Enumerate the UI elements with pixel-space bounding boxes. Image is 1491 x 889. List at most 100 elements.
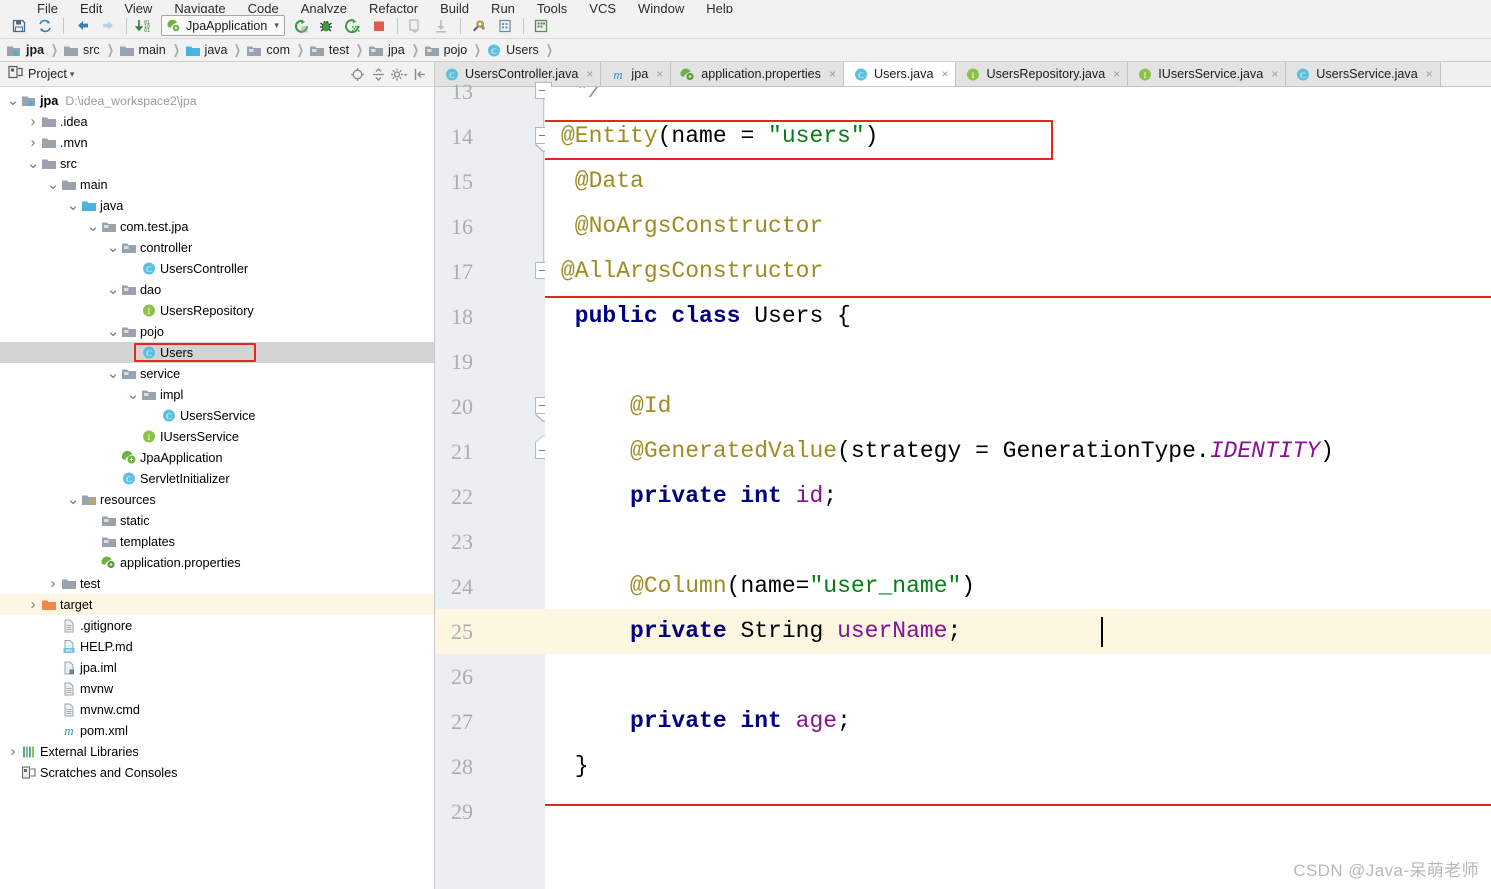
tree-node[interactable]: ⌄jpaD:\idea_workspace2\jpa — [0, 90, 434, 111]
tree-node[interactable]: jpa.iml — [0, 657, 434, 678]
tree-node[interactable]: ›.mvn — [0, 132, 434, 153]
save-all-icon[interactable] — [7, 15, 31, 37]
tree-node[interactable]: mvnw.cmd — [0, 699, 434, 720]
menu-item-build[interactable]: Build — [429, 2, 480, 13]
menu-item-tools[interactable]: Tools — [526, 2, 578, 13]
update-project-icon[interactable] — [530, 15, 554, 37]
tree-node[interactable]: .gitignore — [0, 615, 434, 636]
tree-node[interactable]: JpaApplication — [0, 447, 434, 468]
chevron-right-icon[interactable]: › — [26, 134, 40, 151]
breadcrumb-item-jpa[interactable]: jpa — [366, 40, 409, 61]
close-icon[interactable]: × — [586, 67, 593, 81]
breadcrumb-item-users[interactable]: CUsers — [484, 40, 543, 61]
code-text-area[interactable]: */@Entity(name = "users") @Data @NoArgsC… — [545, 87, 1491, 889]
attach-icon[interactable] — [430, 15, 454, 37]
tree-node[interactable]: mvnw — [0, 678, 434, 699]
tree-node[interactable]: ⌄main — [0, 174, 434, 195]
menu-item-edit[interactable]: Edit — [69, 2, 113, 13]
editor-tab[interactable]: IIUsersService.java× — [1128, 62, 1286, 86]
breadcrumb-item-test[interactable]: test — [307, 40, 353, 61]
menu-item-view[interactable]: View — [113, 2, 163, 13]
tree-node-selected[interactable]: CUsers — [0, 342, 434, 363]
tree-node[interactable]: ›test — [0, 573, 434, 594]
close-icon[interactable]: × — [1271, 67, 1278, 81]
tree-node[interactable]: CUsersController — [0, 258, 434, 279]
menu-item-analyze[interactable]: Analyze — [290, 2, 358, 13]
menu-item-run[interactable]: Run — [480, 2, 526, 13]
compile-icon[interactable]: 011001 — [133, 15, 157, 37]
tree-node[interactable]: ⌄controller — [0, 237, 434, 258]
tree-node[interactable]: ›target — [0, 594, 434, 615]
tree-node[interactable]: ⌄resources — [0, 489, 434, 510]
tree-node[interactable]: ⌄pojo — [0, 321, 434, 342]
settings-wrench-icon[interactable] — [467, 15, 491, 37]
menu-item-navigate[interactable]: Navigate — [163, 2, 236, 13]
stop-button[interactable] — [367, 15, 391, 37]
editor-tab-active[interactable]: CUsers.java× — [844, 62, 957, 86]
chevron-down-icon[interactable]: ⌄ — [106, 244, 120, 251]
tree-node[interactable]: ⌄impl — [0, 384, 434, 405]
editor-tab[interactable]: application.properties× — [671, 62, 844, 86]
run-button[interactable] — [289, 15, 313, 37]
chevron-down-icon[interactable]: ⌄ — [6, 97, 20, 104]
close-icon[interactable]: × — [1426, 67, 1433, 81]
close-icon[interactable]: × — [656, 67, 663, 81]
settings-gear-icon[interactable] — [390, 65, 408, 83]
close-icon[interactable]: × — [941, 67, 948, 81]
breadcrumb-item-jpa[interactable]: jpa — [4, 40, 48, 61]
chevron-right-icon[interactable]: › — [26, 596, 40, 613]
editor-tab[interactable]: CUsersService.java× — [1286, 62, 1441, 86]
chevron-down-icon[interactable]: ⌄ — [106, 286, 120, 293]
locate-in-tree-icon[interactable] — [348, 65, 366, 83]
project-tree[interactable]: ⌄jpaD:\idea_workspace2\jpa›.idea›.mvn⌄sr… — [0, 87, 434, 889]
chevron-down-icon[interactable]: ⌄ — [66, 202, 80, 209]
close-icon[interactable]: × — [829, 67, 836, 81]
menu-item-window[interactable]: Window — [627, 2, 695, 13]
tree-node[interactable]: ⌄service — [0, 363, 434, 384]
menu-item-refactor[interactable]: Refactor — [358, 2, 429, 13]
back-arrow-icon[interactable] — [70, 15, 94, 37]
editor-tab[interactable]: IUsersRepository.java× — [956, 62, 1128, 86]
chevron-down-icon[interactable]: ⌄ — [106, 370, 120, 377]
tree-node[interactable]: application.properties — [0, 552, 434, 573]
forward-arrow-icon[interactable] — [96, 15, 120, 37]
breadcrumb-item-pojo[interactable]: pojo — [422, 40, 472, 61]
close-icon[interactable]: × — [1113, 67, 1120, 81]
tree-node[interactable]: CServletInitializer — [0, 468, 434, 489]
chevron-down-icon[interactable]: ⌄ — [26, 160, 40, 167]
chevron-down-icon[interactable]: ⌄ — [86, 223, 100, 230]
editor-tab[interactable]: mjpa× — [601, 62, 671, 86]
chevron-down-icon[interactable]: ⌄ — [46, 181, 60, 188]
menu-item-help[interactable]: Help — [695, 2, 744, 13]
chevron-down-icon[interactable]: ⌄ — [106, 328, 120, 335]
collapse-all-icon[interactable] — [369, 65, 387, 83]
tree-node[interactable]: Scratches and Consoles — [0, 762, 434, 783]
chevron-right-icon[interactable]: › — [6, 743, 20, 760]
tree-node[interactable]: ⌄dao — [0, 279, 434, 300]
tree-node[interactable]: static — [0, 510, 434, 531]
menu-item-code[interactable]: Code — [237, 2, 290, 13]
menu-item-vcs[interactable]: VCS — [578, 2, 627, 13]
sync-refresh-icon[interactable] — [33, 15, 57, 37]
debug-button[interactable] — [315, 15, 339, 37]
breadcrumb-item-com[interactable]: com — [244, 40, 294, 61]
tree-node[interactable]: ›.idea — [0, 111, 434, 132]
chevron-right-icon[interactable]: › — [26, 113, 40, 130]
chevron-right-icon[interactable]: › — [46, 575, 60, 592]
code-editor[interactable]: 1314151617181920212223242526272829 */@En… — [435, 87, 1491, 889]
chevron-down-icon[interactable]: ⌄ — [126, 391, 140, 398]
tree-node[interactable]: IIUsersService — [0, 426, 434, 447]
tree-node[interactable]: IUsersRepository — [0, 300, 434, 321]
tree-node[interactable]: ⌄java — [0, 195, 434, 216]
breadcrumb-item-src[interactable]: src — [61, 40, 104, 61]
breadcrumb-item-java[interactable]: java — [183, 40, 232, 61]
tree-node[interactable]: templates — [0, 531, 434, 552]
tree-node[interactable]: ⌄src — [0, 153, 434, 174]
tree-node[interactable]: ›External Libraries — [0, 741, 434, 762]
breadcrumb-item-main[interactable]: main — [117, 40, 170, 61]
run-with-coverage-button[interactable] — [341, 15, 365, 37]
run-configuration-selector[interactable]: JpaApplication ▾ — [161, 15, 285, 36]
tree-node[interactable]: mpom.xml — [0, 720, 434, 741]
tree-node[interactable]: MDHELP.md — [0, 636, 434, 657]
tree-node[interactable]: ⌄com.test.jpa — [0, 216, 434, 237]
